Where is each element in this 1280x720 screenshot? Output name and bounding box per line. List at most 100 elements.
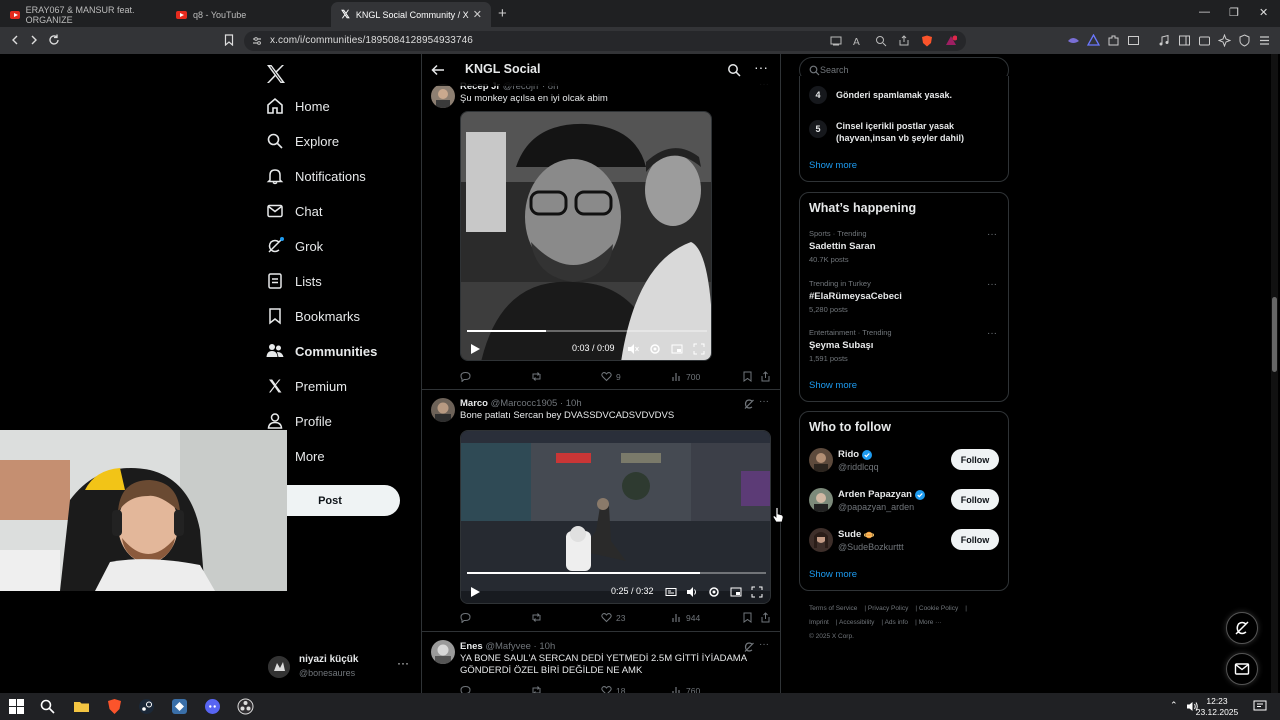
reply-button[interactable] — [460, 371, 475, 382]
video-progress-bar[interactable] — [467, 572, 766, 574]
avatar[interactable] — [431, 84, 455, 108]
sidebar-icon[interactable] — [1178, 34, 1191, 47]
translate-icon[interactable]: A — [852, 35, 864, 47]
new-tab-button[interactable]: + — [498, 5, 507, 22]
tab-youtube-q8[interactable]: q8 - YouTube — [166, 2, 330, 27]
nav-more[interactable]: More — [295, 442, 325, 470]
obs-icon[interactable] — [237, 698, 254, 715]
steam-icon[interactable] — [138, 698, 155, 715]
footer-link[interactable]: Privacy Policy — [868, 605, 908, 612]
picture-in-picture-icon[interactable] — [671, 343, 683, 355]
back-arrow-icon[interactable] — [431, 63, 445, 77]
wallet-2-icon[interactable] — [1198, 34, 1211, 47]
nav-premium[interactable]: Premium — [266, 372, 347, 400]
forward-button[interactable] — [25, 31, 43, 49]
like-button[interactable]: 23 — [601, 612, 625, 623]
picture-in-picture-icon[interactable] — [730, 586, 742, 598]
grok-icon[interactable] — [743, 398, 755, 410]
avatar[interactable] — [809, 488, 833, 512]
vpn-icon[interactable] — [1238, 34, 1251, 47]
restore-button[interactable]: ❐ — [1229, 6, 1239, 19]
reply-button[interactable] — [460, 612, 475, 623]
leo-ai-icon[interactable] — [1218, 34, 1231, 47]
like-button[interactable]: 18 — [601, 685, 625, 693]
more-icon[interactable]: ··· — [759, 396, 769, 407]
close-tab-icon[interactable]: ✕ — [473, 8, 482, 21]
tab-x-community[interactable]: 𝕏 KNGL Social Community / X ✕ — [331, 2, 491, 27]
notification-center-icon[interactable] — [1253, 700, 1267, 713]
zoom-icon[interactable] — [875, 35, 887, 47]
footer-link[interactable]: More ··· — [919, 619, 942, 626]
avatar[interactable] — [809, 448, 833, 472]
grok-float-button[interactable] — [1226, 612, 1258, 644]
tweet-video[interactable]: 0:03 / 0:09 — [460, 111, 712, 361]
menu-icon[interactable] — [1258, 34, 1271, 47]
account-switcher[interactable]: niyazi küçük @bonesaures ··· — [268, 652, 413, 682]
footer-link[interactable]: Terms of Service — [809, 605, 857, 612]
tab-youtube-music[interactable]: ERAY067 & MANSUR feat. ORGANIZE — [0, 2, 165, 27]
footer-link[interactable]: Cookie Policy — [919, 605, 958, 612]
captions-icon[interactable] — [665, 586, 677, 598]
nav-communities[interactable]: Communities — [266, 337, 377, 365]
nav-explore[interactable]: Explore — [266, 127, 339, 155]
tweet-author[interactable]: Enes @Mafyvee · 10h — [460, 641, 555, 652]
nav-notifications[interactable]: Notifications — [266, 162, 366, 190]
repost-button[interactable] — [531, 685, 546, 693]
tweet[interactable]: Recep Jr @recojrr · 8h ··· Şu monkey açı… — [422, 74, 780, 390]
puzzle-icon[interactable] — [1107, 34, 1120, 47]
settings-icon[interactable] — [708, 586, 720, 598]
close-window-button[interactable]: ✕ — [1259, 6, 1268, 19]
more-icon[interactable]: ··· — [987, 279, 997, 290]
footer-link[interactable]: Imprint — [809, 619, 829, 626]
settings-icon[interactable] — [649, 343, 661, 355]
follow-button[interactable]: Follow — [951, 529, 999, 550]
nav-bookmarks[interactable]: Bookmarks — [266, 302, 360, 330]
minimize-button[interactable]: — — [1199, 6, 1210, 18]
tweet-video[interactable]: 0:25 / 0:32 — [460, 430, 771, 604]
tweet[interactable]: Marco @Marcocc1905 · 10h ··· Bone patlat… — [422, 390, 780, 632]
reply-button[interactable] — [460, 685, 475, 693]
tweet-author[interactable]: Marco @Marcocc1905 · 10h — [460, 398, 582, 409]
address-bar[interactable]: x.com/i/communities/1895084128954933746 … — [244, 31, 966, 51]
follow-suggestion-name[interactable]: Rido — [838, 449, 873, 460]
nav-lists[interactable]: Lists — [266, 267, 322, 295]
mute-icon[interactable] — [627, 343, 639, 355]
footer-link[interactable]: Accessibility — [839, 619, 874, 626]
more-icon[interactable]: ··· — [754, 59, 768, 75]
brave-rewards-icon[interactable] — [945, 35, 957, 47]
nav-home[interactable]: Home — [266, 92, 330, 120]
rules-show-more-link[interactable]: Show more — [809, 160, 857, 171]
reload-button[interactable] — [45, 31, 63, 49]
play-icon[interactable] — [469, 343, 481, 355]
follow-suggestion-name[interactable]: Arden Papazyan — [838, 489, 925, 500]
repost-button[interactable] — [531, 371, 546, 382]
brave-browser-icon[interactable] — [106, 698, 123, 715]
more-icon[interactable]: ··· — [759, 639, 769, 650]
avatar[interactable] — [431, 398, 455, 422]
share-icon[interactable] — [760, 371, 771, 382]
page-scrollbar[interactable] — [1271, 54, 1278, 693]
x-logo-icon[interactable] — [264, 62, 288, 86]
follow-show-more-link[interactable]: Show more — [809, 569, 857, 580]
discord-icon[interactable] — [204, 698, 221, 715]
wallet-icon[interactable] — [1087, 34, 1100, 47]
follow-suggestion-name[interactable]: Sude — [838, 529, 875, 540]
messages-float-button[interactable] — [1226, 653, 1258, 685]
footer-link[interactable]: Ads info — [885, 619, 909, 626]
follow-button[interactable]: Follow — [951, 489, 999, 510]
brave-shield-icon[interactable] — [921, 35, 933, 47]
bookmark-icon[interactable] — [742, 371, 753, 382]
nav-grok[interactable]: Grok — [266, 232, 323, 260]
play-icon[interactable] — [469, 586, 481, 598]
site-settings-icon[interactable] — [251, 35, 263, 47]
volume-icon[interactable] — [686, 586, 698, 598]
nav-chat[interactable]: Chat — [266, 197, 322, 225]
video-progress-bar[interactable] — [467, 330, 707, 332]
views-button[interactable]: 944 — [671, 612, 700, 623]
follow-button[interactable]: Follow — [951, 449, 999, 470]
more-icon[interactable]: ··· — [987, 229, 997, 240]
cast-icon[interactable] — [830, 35, 842, 47]
file-explorer-icon[interactable] — [73, 698, 90, 715]
more-icon[interactable]: ··· — [987, 328, 997, 339]
share-icon[interactable] — [760, 612, 771, 623]
